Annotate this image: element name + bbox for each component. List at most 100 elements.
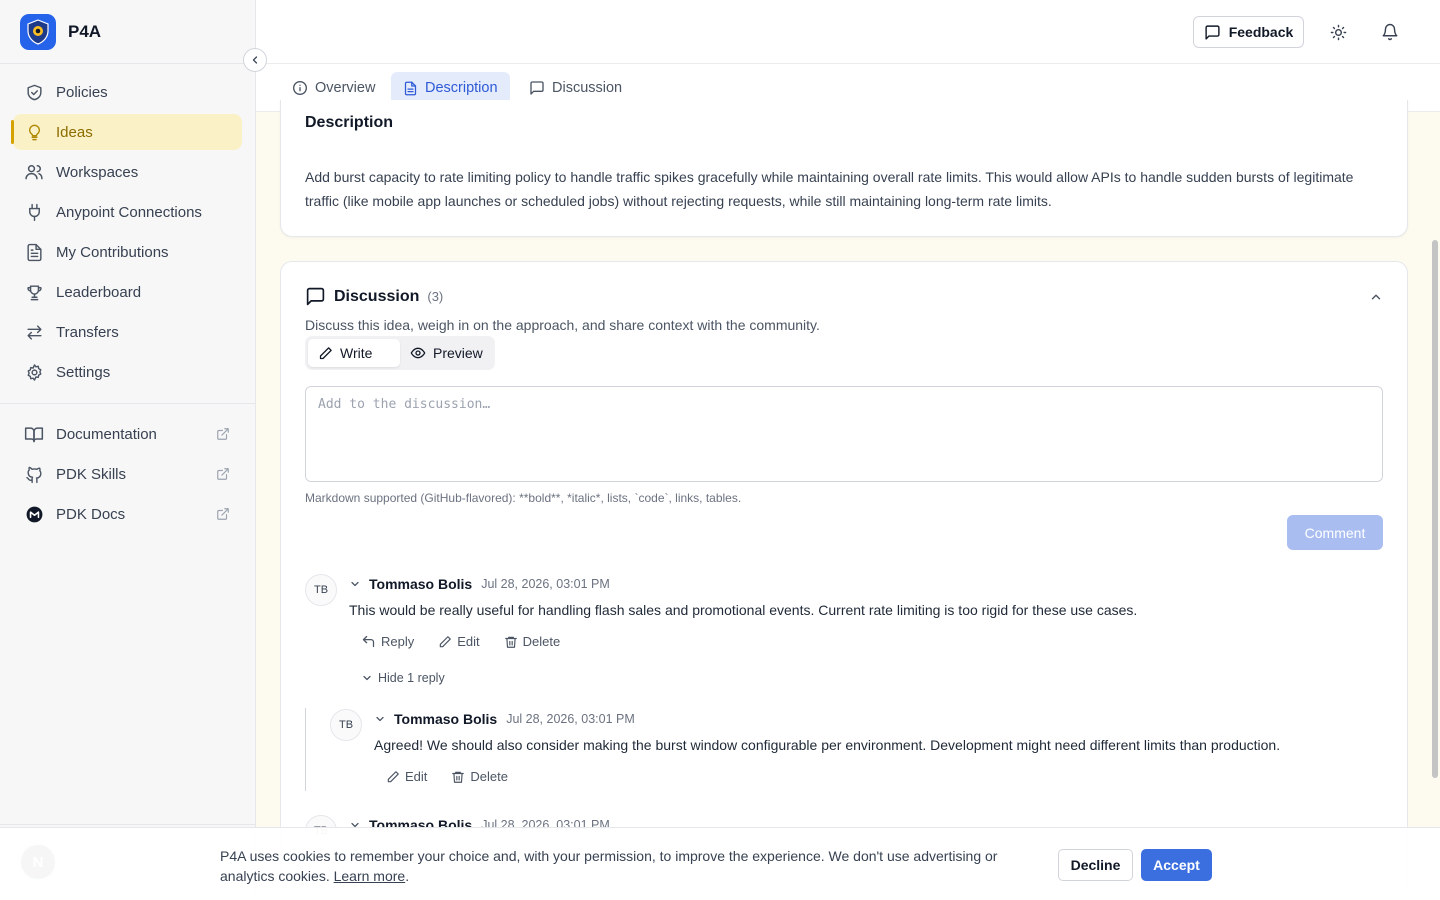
preview-mode-button[interactable]: Preview (400, 339, 493, 367)
sidebar-item-transfers[interactable]: Transfers (13, 314, 242, 350)
chevron-left-icon (252, 56, 258, 64)
sidebar-item-ideas[interactable]: Ideas (11, 114, 242, 150)
discussion-input[interactable] (305, 386, 1383, 482)
trophy-icon (24, 282, 44, 302)
write-mode-button[interactable]: Write (308, 339, 400, 367)
app-logo-icon (20, 13, 56, 50)
sidebar-item-label: PDK Docs (56, 505, 126, 523)
sidebar-item-label: PDK Skills (56, 465, 127, 483)
delete-button[interactable]: Delete (504, 634, 561, 649)
mulesoft-icon (24, 504, 44, 524)
brand[interactable]: P4A (0, 0, 255, 64)
edit-label: Edit (457, 634, 480, 649)
write-label: Write (340, 345, 373, 361)
book-open-icon (24, 424, 44, 444)
comment-time: Jul 28, 2026, 03:01 PM (506, 712, 635, 726)
sidebar-item-label: Leaderboard (56, 283, 142, 301)
message-square-icon (1205, 24, 1220, 40)
external-link-icon (216, 467, 230, 481)
description-text: Add burst capacity to rate limiting poli… (305, 169, 1354, 209)
discussion-card: Discussion (3) Discuss this idea, weigh … (280, 261, 1408, 900)
comment-body: This would be really useful for handling… (349, 602, 1138, 618)
edit-button[interactable]: Edit (386, 769, 427, 784)
sidebar-link-documentation[interactable]: Documentation (13, 416, 242, 452)
reply-button[interactable]: Reply (361, 634, 414, 649)
sidebar-divider (0, 403, 255, 404)
pencil-icon (440, 635, 452, 647)
sidebar-item-label: Ideas (56, 123, 93, 141)
reply-thread-line (305, 708, 306, 791)
cookie-period: . (405, 868, 410, 884)
avatar: TB (330, 709, 362, 741)
cookie-text: P4A uses cookies to remember your choice… (220, 846, 1040, 886)
feedback-label: Feedback (1228, 24, 1294, 40)
file-text-icon (24, 242, 44, 262)
external-link-icon (216, 507, 230, 521)
sidebar-collapse-button[interactable] (243, 48, 267, 72)
comment-body: Agreed! We should also consider making t… (374, 737, 1281, 753)
sidebar-item-policies[interactable]: Policies (13, 74, 242, 110)
feedback-button[interactable]: Feedback (1193, 16, 1304, 48)
sidebar-link-pdk-docs[interactable]: PDK Docs (13, 496, 242, 532)
description-card: Description Add burst capacity to rate l… (280, 100, 1408, 237)
sidebar-item-workspaces[interactable]: Workspaces (13, 154, 242, 190)
write-preview-toggle: Write Preview (305, 336, 495, 370)
tab-label: Discussion (552, 80, 623, 96)
lightbulb-icon (24, 122, 44, 142)
hide-replies-button[interactable]: Hide 1 reply (361, 671, 445, 685)
markdown-hint: Markdown supported (GitHub-flavored): **… (305, 491, 742, 505)
sidebar-item-label: Transfers (56, 323, 119, 341)
accept-button[interactable]: Accept (1141, 849, 1212, 881)
comment-header: Tommaso Bolis Jul 28, 2026, 03:01 PM (349, 576, 610, 592)
pencil-icon (319, 346, 332, 359)
discussion-count: (3) (427, 289, 444, 304)
comment-actions: Reply Edit Delete (361, 634, 584, 649)
plug-icon (24, 202, 44, 222)
sidebar-item-leaderboard[interactable]: Leaderboard (13, 274, 242, 310)
collapse-comment-button[interactable] (374, 713, 386, 725)
sun-icon (1330, 24, 1346, 40)
sidebar-item-label: Policies (56, 83, 108, 101)
external-link-icon (216, 427, 230, 441)
tab-label: Overview (315, 80, 376, 96)
trash-icon (452, 771, 465, 783)
discussion-header: Discussion (3) (305, 286, 443, 307)
collapse-discussion-button[interactable] (1369, 290, 1383, 304)
sidebar-item-my-contributions[interactable]: My Contributions (13, 234, 242, 270)
chevron-down-icon (351, 581, 359, 587)
description-title: Description (305, 114, 394, 131)
delete-label: Delete (522, 634, 561, 649)
sidebar-item-label: Workspaces (56, 163, 139, 181)
cookie-banner: P4A uses cookies to remember your choice… (0, 827, 1440, 900)
info-icon (293, 81, 307, 95)
collapse-comment-button[interactable] (349, 578, 361, 590)
learn-more-link[interactable]: Learn more (334, 868, 406, 884)
sidebar-item-settings[interactable]: Settings (13, 354, 242, 390)
preview-label: Preview (433, 345, 483, 361)
github-icon (24, 464, 44, 484)
delete-label: Delete (470, 769, 508, 784)
trash-icon (504, 636, 517, 648)
edit-label: Edit (405, 769, 428, 784)
decline-button[interactable]: Decline (1058, 849, 1133, 881)
arrows-left-right-icon (24, 322, 44, 342)
sidebar-link-pdk-skills[interactable]: PDK Skills (13, 456, 242, 492)
users-icon (24, 162, 44, 182)
avatar: TB (305, 574, 337, 606)
page-scrollbar[interactable] (1432, 240, 1438, 778)
chevron-down-icon (363, 675, 371, 681)
message-square-icon (306, 287, 325, 306)
app-name: P4A (68, 21, 102, 41)
delete-button[interactable]: Delete (451, 769, 508, 784)
notifications-button[interactable] (1378, 20, 1402, 44)
sidebar-item-anypoint-connections[interactable]: Anypoint Connections (13, 194, 242, 230)
theme-toggle-button[interactable] (1326, 20, 1350, 44)
edit-button[interactable]: Edit (438, 634, 480, 649)
comment-time: Jul 28, 2026, 03:01 PM (481, 577, 610, 591)
comment-header: Tommaso Bolis Jul 28, 2026, 03:01 PM (374, 711, 635, 727)
comment-submit-button[interactable]: Comment (1287, 515, 1383, 550)
sidebar-item-label: Settings (56, 363, 111, 381)
sidebar-item-label: My Contributions (56, 243, 169, 261)
discussion-title: Discussion (334, 287, 420, 305)
file-text-icon (404, 81, 417, 95)
